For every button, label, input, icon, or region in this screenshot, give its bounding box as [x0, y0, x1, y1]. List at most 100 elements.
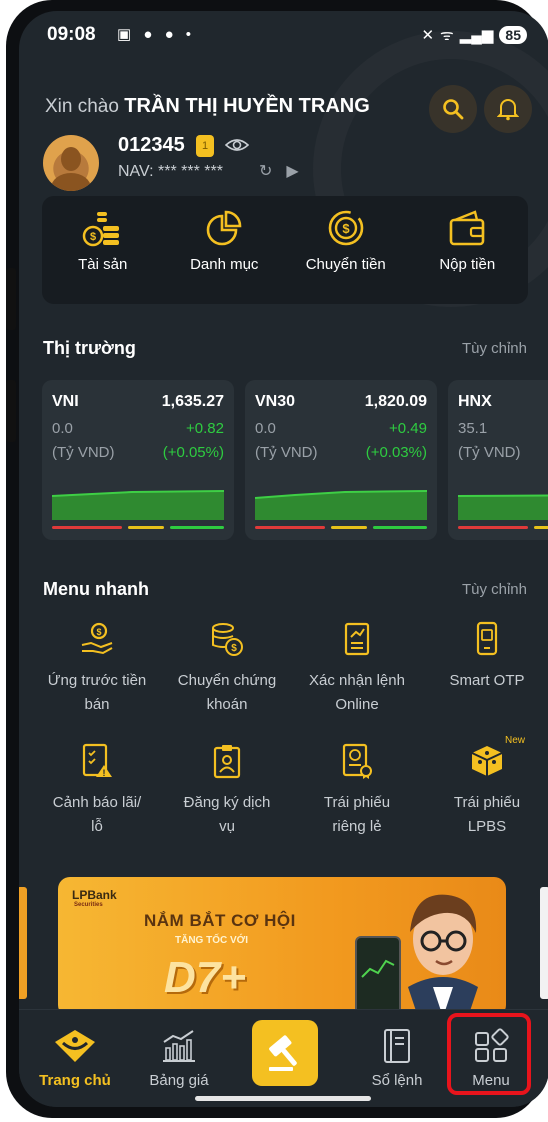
- gavel-icon: [263, 1031, 307, 1075]
- quick-item-private-bond[interactable]: Trái phiếuriêng lẻ: [293, 743, 421, 839]
- search-button[interactable]: [429, 85, 477, 133]
- user-name: TRẦN THỊ HUYỀN TRANG: [124, 95, 370, 117]
- quick-item-label: Smart OTP: [449, 672, 524, 689]
- index-volume: 0.0: [52, 420, 73, 437]
- action-portfolio[interactable]: Danh mục: [164, 196, 286, 304]
- market-card-hnx[interactable]: HNX 35.1 (Tỷ VND): [448, 380, 548, 540]
- eye-icon[interactable]: [225, 135, 249, 155]
- app-screen: 09:08 ▣ ● ● • ✕ ᯤ ▂▄▆ 85 Xin chào TRẦN T…: [19, 11, 548, 1107]
- quick-menu-customize-link[interactable]: Tùy chỉnh: [462, 581, 527, 598]
- breadth-bar: [52, 526, 224, 529]
- quick-item-label-2: bán: [84, 696, 109, 713]
- svg-text:$: $: [90, 231, 96, 243]
- nav-row: NAV: *** *** ***: [118, 163, 223, 181]
- mute-icon: ✕: [421, 26, 434, 44]
- index-name: VNI: [52, 393, 79, 411]
- quick-item-label: Cảnh báo lãi/: [53, 794, 141, 811]
- quick-item-label-2: Online: [335, 696, 378, 713]
- nav-controls: ↻▶: [259, 161, 313, 181]
- banner-headline: NẮM BẮT CƠ HỘI: [144, 911, 296, 931]
- avatar-head: [61, 147, 81, 171]
- quick-item-label-2: vụ: [219, 818, 235, 835]
- quick-item-label-2: LPBS: [468, 818, 506, 835]
- quick-item-service-register[interactable]: Đăng ký dịchvụ: [163, 743, 291, 839]
- index-name: VN30: [255, 393, 295, 411]
- breadth-bar: [458, 526, 548, 529]
- banner-brand-name: LPBank: [72, 888, 117, 902]
- market-card-vni[interactable]: VNI 1,635.27 0.0 (Tỷ VND) +0.82 (+0.05%): [42, 380, 234, 540]
- volume-up-button: [6, 268, 16, 330]
- play-icon[interactable]: ▶: [286, 163, 312, 180]
- market-card-vn30[interactable]: VN30 1,820.09 0.0 (Tỷ VND) +0.49 (+0.03%…: [245, 380, 437, 540]
- banner-next-peek[interactable]: [540, 887, 548, 999]
- private-bond-icon: [341, 743, 373, 779]
- notification-icons: ▣ ● ● •: [117, 25, 195, 43]
- refresh-icon[interactable]: ↻: [259, 163, 286, 180]
- avatar[interactable]: [43, 135, 99, 191]
- quick-item-stock-transfer[interactable]: $ Chuyển chứng khoán: [163, 621, 291, 717]
- greeting-label: Xin chào: [45, 96, 119, 117]
- battery-level: 85: [499, 26, 527, 44]
- index-unit: (Tỷ VND): [255, 444, 318, 461]
- banner-subline: TĂNG TỐC VỚI: [175, 935, 248, 946]
- svg-text:$: $: [342, 221, 350, 236]
- nav-home[interactable]: Trang chủ: [27, 1010, 123, 1100]
- notification-button[interactable]: [484, 85, 532, 133]
- volume-down-button: [6, 380, 16, 442]
- index-percent: (+0.05%): [163, 444, 224, 461]
- index-unit: (Tỷ VND): [52, 444, 115, 461]
- nav-order-book[interactable]: Sổ lệnh: [349, 1010, 445, 1100]
- quick-item-smart-otp[interactable]: Smart OTP: [423, 621, 548, 693]
- index-price: 1,820.09: [365, 393, 427, 411]
- sparkline: [52, 486, 224, 520]
- quick-menu-title: Menu nhanh: [43, 579, 149, 600]
- market-title: Thị trường: [43, 338, 136, 359]
- home-indicator[interactable]: [195, 1096, 371, 1101]
- account-number[interactable]: 012345: [118, 134, 185, 157]
- index-change: +0.82: [186, 420, 224, 437]
- account-tag: 1: [196, 135, 214, 157]
- greeting: Xin chào TRẦN THỊ HUYỀN TRANG: [45, 95, 370, 118]
- quick-item-order-confirm[interactable]: Xác nhận lệnhOnline: [293, 621, 421, 717]
- quick-item-lpbs-bond[interactable]: New Trái phiếuLPBS: [423, 743, 548, 839]
- quick-item-label: Ứng trước tiền: [48, 672, 147, 689]
- quick-item-cash-advance[interactable]: $ Ứng trước tiền bán: [33, 621, 161, 717]
- pie-chart-icon: [204, 208, 244, 248]
- signal-icon: ▂▄▆: [460, 26, 494, 44]
- action-assets[interactable]: $ Tài sản: [42, 196, 164, 304]
- order-confirm-icon: [342, 621, 372, 657]
- banner-prev-peek[interactable]: [19, 887, 27, 999]
- nav-value: *** *** ***: [158, 163, 223, 180]
- coins-icon: $: [81, 208, 125, 248]
- system-icons: ✕ ᯤ ▂▄▆ 85: [421, 25, 527, 45]
- action-label: Tài sản: [78, 256, 127, 273]
- nav-label: Bảng giá: [149, 1072, 208, 1089]
- quick-item-label-2: khoán: [207, 696, 248, 713]
- svg-text:$: $: [231, 643, 237, 654]
- quick-item-label: Chuyển chứng: [178, 672, 276, 689]
- quick-item-profit-alert[interactable]: ! Cảnh báo lãi/lỗ: [33, 743, 161, 839]
- stock-transfer-icon: $: [209, 621, 245, 657]
- index-change: +0.49: [389, 420, 427, 437]
- bond-box-icon: [469, 743, 505, 779]
- market-customize-link[interactable]: Tùy chỉnh: [462, 340, 527, 357]
- quick-actions-card: $ Tài sản Danh mục $ Chuyển tiền Nộp tiề…: [42, 196, 528, 304]
- search-icon: [441, 97, 465, 121]
- promo-banner[interactable]: LPBankSecurities NẮM BẮT CƠ HỘI TĂNG TỐC…: [58, 877, 506, 1017]
- quick-item-label: Trái phiếu: [454, 794, 520, 811]
- nav-trade-button[interactable]: [252, 1020, 318, 1086]
- cash-advance-icon: $: [79, 621, 115, 657]
- action-transfer[interactable]: $ Chuyển tiền: [285, 196, 407, 304]
- action-deposit[interactable]: Nộp tiền: [407, 196, 529, 304]
- breadth-bar: [255, 526, 427, 529]
- order-book-icon: [381, 1028, 413, 1064]
- banner-product: D7+: [164, 953, 246, 1003]
- nav-price-board[interactable]: Bảng giá: [131, 1010, 227, 1100]
- market-cards: VNI 1,635.27 0.0 (Tỷ VND) +0.82 (+0.05%)…: [42, 380, 548, 542]
- bell-icon: [497, 97, 519, 121]
- nav-label: NAV:: [118, 163, 154, 180]
- svg-text:$: $: [96, 627, 101, 637]
- quick-item-label-2: riêng lẻ: [332, 818, 381, 835]
- profit-alert-icon: !: [81, 743, 113, 779]
- index-unit: (Tỷ VND): [458, 444, 521, 461]
